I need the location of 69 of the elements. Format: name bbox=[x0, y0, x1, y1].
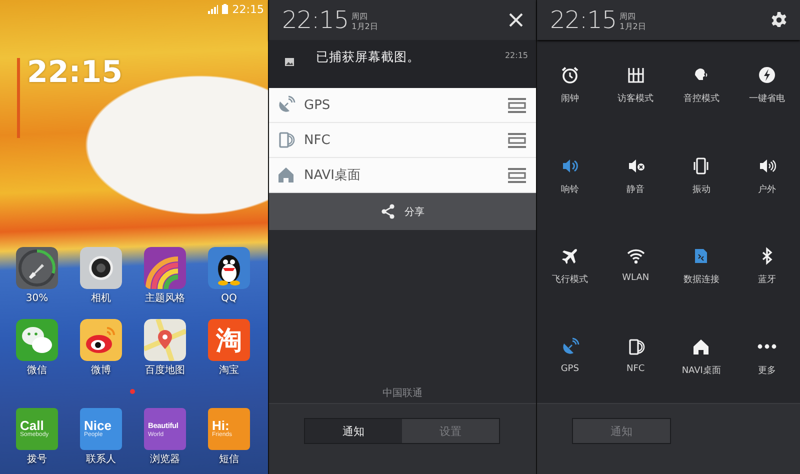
image-icon bbox=[285, 58, 294, 66]
status-time: 22:15 bbox=[232, 2, 264, 16]
toggle-tile[interactable]: NAVI桌面 bbox=[676, 312, 727, 378]
rainbow-app-icon[interactable] bbox=[144, 247, 186, 289]
app-label[interactable]: 相机 bbox=[91, 292, 111, 305]
weekday-label: 周四 bbox=[620, 12, 637, 22]
toggle-tile[interactable]: 飞行模式 bbox=[546, 221, 594, 287]
nfc-phone-icon bbox=[276, 130, 296, 150]
drag-handle-icon[interactable] bbox=[508, 98, 526, 112]
toggle-tile[interactable]: NFC bbox=[620, 312, 652, 374]
carrier-name: 中国联通 bbox=[382, 386, 422, 400]
drag-handle-icon[interactable] bbox=[508, 132, 526, 148]
app-icon[interactable]: 淘 bbox=[208, 319, 250, 361]
app-label[interactable]: 淘宝 bbox=[219, 364, 239, 377]
menu-item[interactable]: NFC bbox=[269, 123, 536, 158]
chat-bubbles-app-icon[interactable] bbox=[16, 319, 58, 361]
page-indicator bbox=[130, 389, 135, 394]
toggle-tile[interactable]: 户外 bbox=[751, 130, 784, 196]
notification-time: 22:15 bbox=[504, 51, 528, 60]
menu-item-label: GPS bbox=[304, 98, 332, 112]
tab[interactable]: 通知 bbox=[305, 419, 402, 443]
clock-time: 22:15 bbox=[27, 58, 122, 88]
toggle-tile[interactable]: 蓝牙 bbox=[751, 221, 784, 287]
toggle-tile[interactable]: 一键省电 bbox=[743, 40, 792, 106]
house-icon bbox=[276, 165, 296, 185]
eye-app-icon[interactable] bbox=[80, 319, 122, 361]
menu-item-label: NFC bbox=[304, 132, 332, 148]
app-label[interactable]: 拨号 bbox=[27, 453, 47, 466]
settings-icon[interactable] bbox=[770, 11, 788, 29]
toggle-tile[interactable]: 静音 bbox=[620, 130, 652, 196]
menu-item-label: NAVI桌面 bbox=[304, 167, 362, 184]
toggle-tile[interactable]: 闹钟 bbox=[554, 40, 586, 106]
cleaner-app-icon[interactable] bbox=[16, 247, 58, 289]
app-label[interactable]: 短信 bbox=[219, 453, 239, 466]
share-icon bbox=[380, 204, 394, 219]
date-label: 1月2日 bbox=[620, 22, 646, 32]
toggle-tile[interactable]: WLAN bbox=[616, 221, 656, 284]
camera-app-icon[interactable] bbox=[80, 247, 122, 289]
app-label[interactable]: 联系人 bbox=[86, 453, 116, 466]
share-label: 分享 bbox=[404, 206, 424, 218]
app-label[interactable]: 30% bbox=[26, 292, 48, 305]
app-label[interactable]: 主题风格 bbox=[145, 292, 185, 305]
app-label[interactable]: 微博 bbox=[91, 364, 111, 377]
penguin-app-icon[interactable] bbox=[208, 247, 250, 289]
app-label[interactable]: 微信 bbox=[27, 364, 47, 377]
close-icon[interactable] bbox=[508, 12, 524, 28]
toggle-tile[interactable]: GPS bbox=[554, 312, 586, 374]
toggle-tile[interactable]: 振动 bbox=[685, 130, 718, 196]
share-button[interactable]: 分享 bbox=[376, 198, 428, 224]
signal-icon bbox=[208, 4, 218, 14]
map-pin-app-icon[interactable] bbox=[144, 319, 186, 361]
toggle-tile[interactable]: 访客模式 bbox=[612, 40, 660, 106]
drag-handle-icon[interactable] bbox=[508, 168, 526, 182]
menu-item[interactable]: GPS bbox=[269, 88, 536, 123]
battery-icon bbox=[222, 4, 228, 14]
satellite-dish-icon bbox=[276, 95, 296, 115]
date-label: 1月2日 bbox=[352, 22, 378, 32]
clock-time: 22:15 bbox=[550, 8, 617, 32]
app-label[interactable]: 浏览器 bbox=[150, 453, 180, 466]
toggle-tile[interactable]: 更多 bbox=[751, 312, 784, 378]
notification-text: 已捕获屏幕截图。 bbox=[316, 49, 421, 66]
weekday-label: 周四 bbox=[352, 12, 369, 22]
app-label[interactable]: QQ bbox=[221, 292, 237, 305]
toggle-tile[interactable]: 音控模式 bbox=[677, 40, 726, 106]
app-label[interactable]: 百度地图 bbox=[145, 364, 185, 377]
toggle-tile[interactable]: 响铃 bbox=[554, 130, 586, 196]
toggle-tile[interactable]: 数据连接 bbox=[677, 221, 726, 287]
clock-time: 22:15 bbox=[282, 8, 349, 32]
notification-item[interactable]: 已捕获屏幕截图。 22:15 bbox=[269, 40, 536, 88]
